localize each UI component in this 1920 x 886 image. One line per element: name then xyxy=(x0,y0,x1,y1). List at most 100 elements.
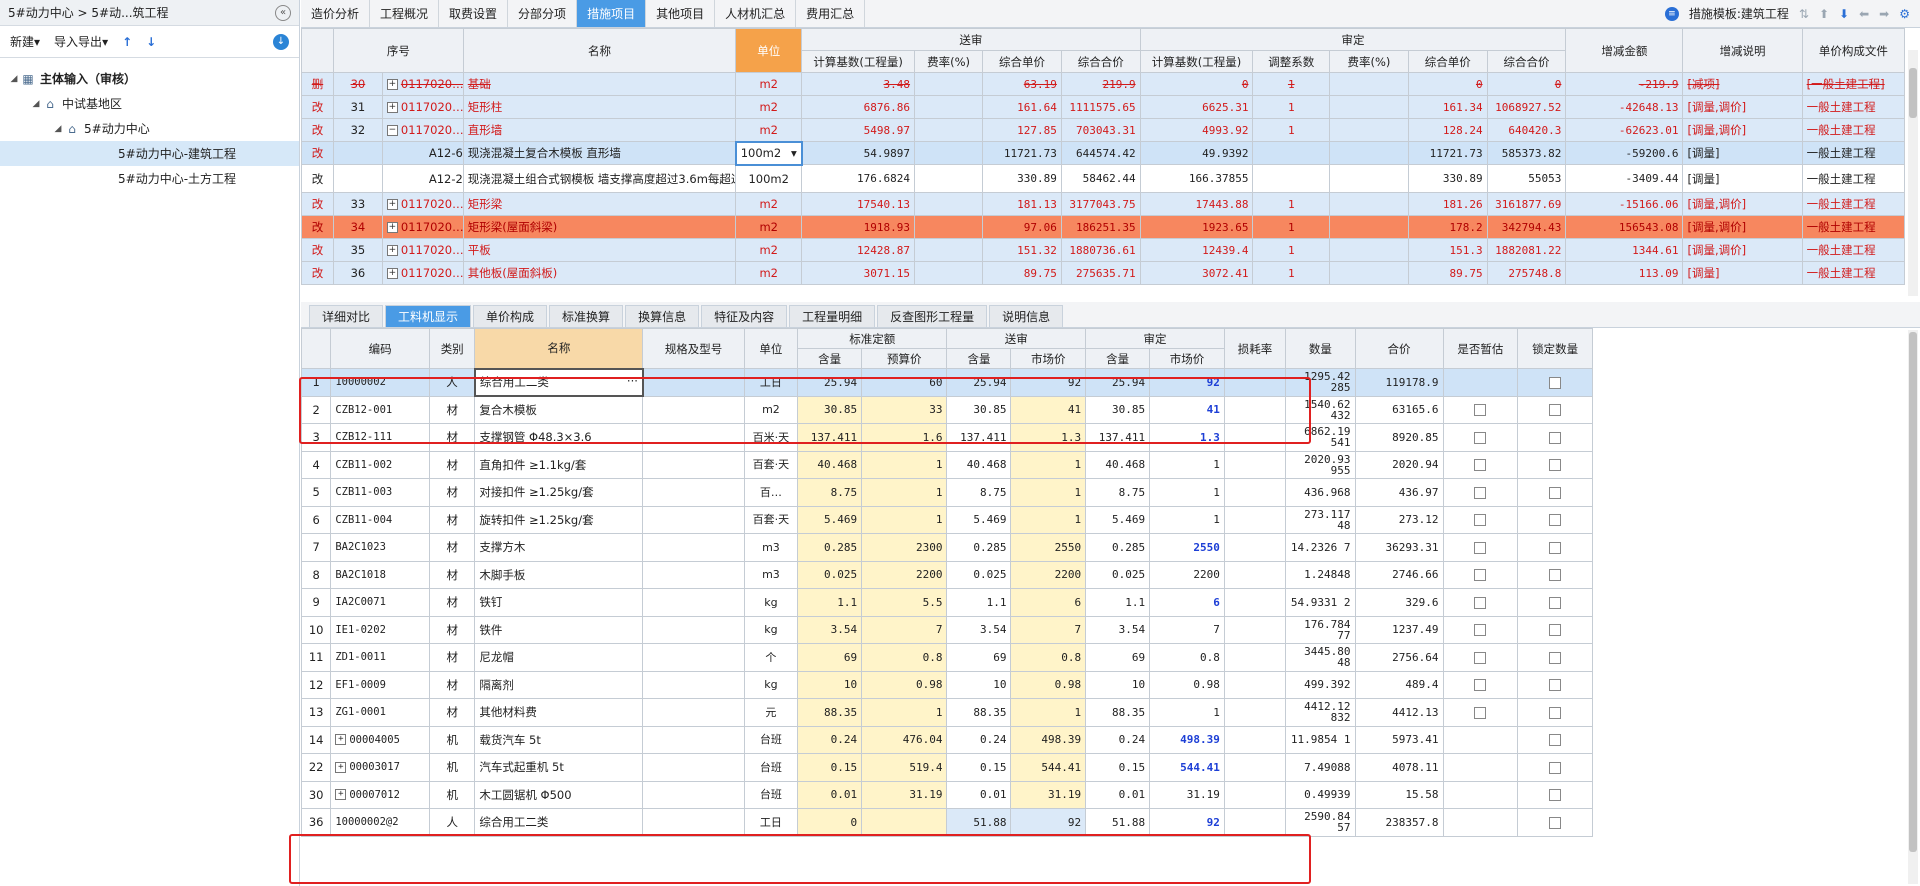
audit-qty[interactable]: 51.88 xyxy=(1085,808,1151,837)
lock-checkbox-cell[interactable] xyxy=(1517,450,1593,479)
resource-spec[interactable] xyxy=(642,478,745,507)
audit-market[interactable]: 544.41 xyxy=(1149,753,1225,782)
resource-spec[interactable] xyxy=(642,780,745,809)
subtab-7[interactable]: 反查图形工程量 xyxy=(877,305,988,327)
temp-checkbox-cell[interactable] xyxy=(1442,423,1519,452)
resource-name[interactable]: 支撑方木 xyxy=(474,533,644,562)
temp-checkbox[interactable] xyxy=(1474,706,1487,719)
temp-checkbox-cell[interactable] xyxy=(1442,698,1519,727)
temp-checkbox-cell[interactable] xyxy=(1442,533,1519,562)
lock-checkbox[interactable] xyxy=(1549,459,1562,472)
resource-name[interactable]: 旋转扣件 ≥1.25kg/套 xyxy=(474,505,644,534)
resource-name[interactable]: 木脚手板 xyxy=(474,560,644,589)
expand-icon[interactable]: + xyxy=(386,222,398,233)
temp-checkbox[interactable] xyxy=(1474,459,1487,472)
audit-market[interactable]: 92 xyxy=(1149,808,1225,837)
row-code[interactable]: +0117020… xyxy=(381,72,464,96)
temp-checkbox[interactable] xyxy=(1474,431,1487,444)
temp-checkbox[interactable] xyxy=(1474,596,1487,609)
audit-market[interactable]: 1 xyxy=(1149,450,1225,479)
expand-icon[interactable]: ◢ xyxy=(52,124,64,134)
resource-code[interactable]: CZB11-002 xyxy=(330,450,431,479)
lock-checkbox-cell[interactable] xyxy=(1517,560,1593,589)
temp-checkbox-cell[interactable] xyxy=(1442,478,1519,507)
send-market[interactable]: 31.19 xyxy=(1010,780,1087,809)
lock-checkbox-cell[interactable] xyxy=(1517,725,1593,754)
lock-checkbox[interactable] xyxy=(1549,706,1562,719)
temp-checkbox-cell[interactable] xyxy=(1442,395,1519,424)
temp-checkbox-cell[interactable] xyxy=(1442,670,1519,699)
send-market[interactable]: 0.98 xyxy=(1010,670,1087,699)
send-market[interactable]: 1.3 xyxy=(1010,423,1087,452)
expand-icon[interactable]: + xyxy=(386,245,398,256)
send-market[interactable]: 92 xyxy=(1010,368,1087,397)
expand-icon[interactable]: ◢ xyxy=(8,74,20,84)
lock-checkbox[interactable] xyxy=(1549,651,1562,664)
resource-code[interactable]: +00003017 xyxy=(330,753,431,782)
measure-row[interactable]: 改 35 +0117020… 平板 m2 12428.87 151.32 1880736.61… xyxy=(301,238,1906,262)
row-name[interactable]: 其他板(屋面斜板) xyxy=(462,261,737,285)
lock-checkbox-cell[interactable] xyxy=(1517,670,1593,699)
expand-icon[interactable]: + xyxy=(335,761,347,773)
row-name[interactable]: 矩形柱 xyxy=(462,95,737,119)
lock-checkbox-cell[interactable] xyxy=(1517,505,1593,534)
loss-rate[interactable] xyxy=(1223,808,1287,837)
audit-market[interactable]: 31.19 xyxy=(1149,780,1225,809)
lock-checkbox-cell[interactable] xyxy=(1517,368,1593,397)
resource-code[interactable]: CZB11-004 xyxy=(330,505,431,534)
measure-row[interactable]: 删 30 +0117020… 基础 m2 3.48 63.19 219.9 0 1 0 0 -219.9… xyxy=(301,72,1906,96)
audit-market[interactable]: 498.39 xyxy=(1149,725,1225,754)
tab-1[interactable]: 工程概况 xyxy=(370,0,440,27)
audit-qty[interactable]: 1.1 xyxy=(1085,588,1151,617)
lock-checkbox-cell[interactable] xyxy=(1517,753,1593,782)
row-name[interactable]: 现浇混凝土复合木模板 直形墙 xyxy=(462,141,737,165)
unit-select[interactable]: 100m2 xyxy=(741,146,781,160)
row-composition[interactable]: 一般土建工程 xyxy=(1801,238,1906,262)
audit-qty[interactable]: 69 xyxy=(1085,643,1151,672)
audit-market[interactable]: 7 xyxy=(1149,615,1225,644)
resource-name[interactable]: 木工圆锯机 Φ500 xyxy=(474,780,644,809)
temp-checkbox-cell[interactable] xyxy=(1442,588,1519,617)
loss-rate[interactable] xyxy=(1223,753,1287,782)
resource-code[interactable]: EF1-0009 xyxy=(330,670,431,699)
template-label[interactable]: 措施模板:建筑工程 xyxy=(1689,5,1789,22)
audit-qty[interactable]: 137.411 xyxy=(1085,423,1151,452)
tab-3[interactable]: 分部分项 xyxy=(508,0,578,27)
audit-market[interactable]: 0.98 xyxy=(1149,670,1225,699)
resource-name[interactable]: 综合用工二类 ··· xyxy=(473,367,644,397)
resource-row[interactable]: 7 BA2C1023 材支撑方木 m3 0.285 2300 0.285 2550 0.285 2… xyxy=(300,533,1593,562)
tab-2[interactable]: 取费设置 xyxy=(439,0,509,27)
resource-spec[interactable] xyxy=(642,588,745,617)
resource-name[interactable]: 综合用工二类 xyxy=(474,808,644,837)
row-unit[interactable]: 100m2 xyxy=(735,164,803,193)
tab-0[interactable]: 造价分析 xyxy=(301,0,371,27)
resource-name[interactable]: 铁件 xyxy=(474,615,644,644)
resource-code[interactable]: IE1-0202 xyxy=(330,615,431,644)
audit-market[interactable]: 1.3 xyxy=(1149,423,1225,452)
expand-icon[interactable]: + xyxy=(335,734,347,746)
measure-row[interactable]: 改 34 +0117020… 矩形梁(屋面斜梁) m2 1918.93 97.06 18625… xyxy=(301,215,1906,239)
collapse-icon[interactable]: « xyxy=(275,4,291,21)
lock-checkbox-cell[interactable] xyxy=(1517,588,1593,617)
resource-code[interactable]: CZB11-003 xyxy=(330,478,431,507)
resource-name[interactable]: 铁钉 xyxy=(474,588,644,617)
send-market[interactable]: 1 xyxy=(1010,450,1087,479)
resource-name[interactable]: 直角扣件 ≥1.1kg/套 xyxy=(474,450,644,479)
tab-5[interactable]: 其他项目 xyxy=(646,0,716,27)
tree-node[interactable]: ◢ ▦ 主体输入（审核） xyxy=(0,66,299,91)
resource-code[interactable]: ZD1-0011 xyxy=(330,643,431,672)
row-composition[interactable]: 一般土建工程 xyxy=(1801,141,1906,165)
resource-code[interactable]: +00007012 xyxy=(330,780,431,809)
resource-spec[interactable] xyxy=(642,698,745,727)
resource-spec[interactable] xyxy=(642,368,745,397)
arrow-left-icon[interactable]: ⬅ xyxy=(1859,7,1869,21)
resource-row[interactable]: 8 BA2C1018 材木脚手板 m3 0.025 2200 0.025 2200 0.025 2… xyxy=(300,560,1593,589)
subtab-5[interactable]: 特征及内容 xyxy=(701,305,788,327)
resource-row[interactable]: 22 +00003017 机汽车式起重机 5t 台班 0.15 519.4 0.15 544.… xyxy=(300,753,1593,782)
new-button[interactable]: 新建▾ xyxy=(10,33,40,50)
resource-code[interactable]: 10000002 xyxy=(330,368,431,397)
temp-checkbox-cell[interactable] xyxy=(1442,368,1519,397)
import-export-button[interactable]: 导入导出▾ xyxy=(54,33,108,50)
resource-spec[interactable] xyxy=(642,395,745,424)
resource-name[interactable]: 支撑钢管 Φ48.3×3.6 xyxy=(474,423,644,452)
